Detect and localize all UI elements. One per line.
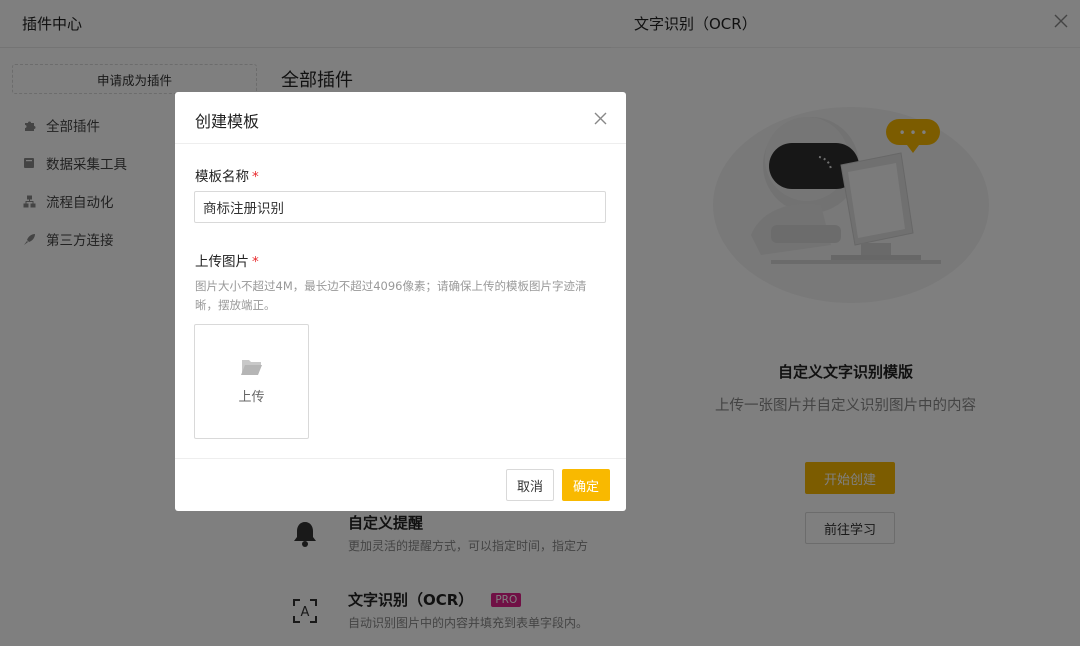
dialog-header: 创建模板: [175, 92, 626, 144]
folder-icon: [240, 358, 263, 376]
upload-image-label: 上传图片 *: [195, 254, 259, 270]
required-mark: *: [252, 254, 259, 270]
upload-hint: 图片大小不超过4M，最长边不超过4096像素；请确保上传的模板图片字迹清晰，摆放…: [195, 279, 587, 312]
upload-button[interactable]: 上传: [194, 324, 309, 439]
upload-label: 上传: [238, 390, 265, 405]
create-template-dialog: 创建模板 模板名称* 上传图片* 图片大小不超过4M，最长边不超过4096像素；…: [175, 92, 626, 511]
dialog-title: 创建模板: [195, 112, 260, 131]
required-mark: *: [252, 169, 259, 185]
cancel-button[interactable]: 取消: [506, 469, 554, 501]
close-icon[interactable]: [592, 110, 608, 126]
template-name-input[interactable]: [194, 191, 606, 223]
dialog-footer: 取消 确定: [175, 458, 626, 511]
confirm-button[interactable]: 确定: [562, 469, 610, 501]
template-name-label: 模板名称 *: [195, 169, 259, 185]
